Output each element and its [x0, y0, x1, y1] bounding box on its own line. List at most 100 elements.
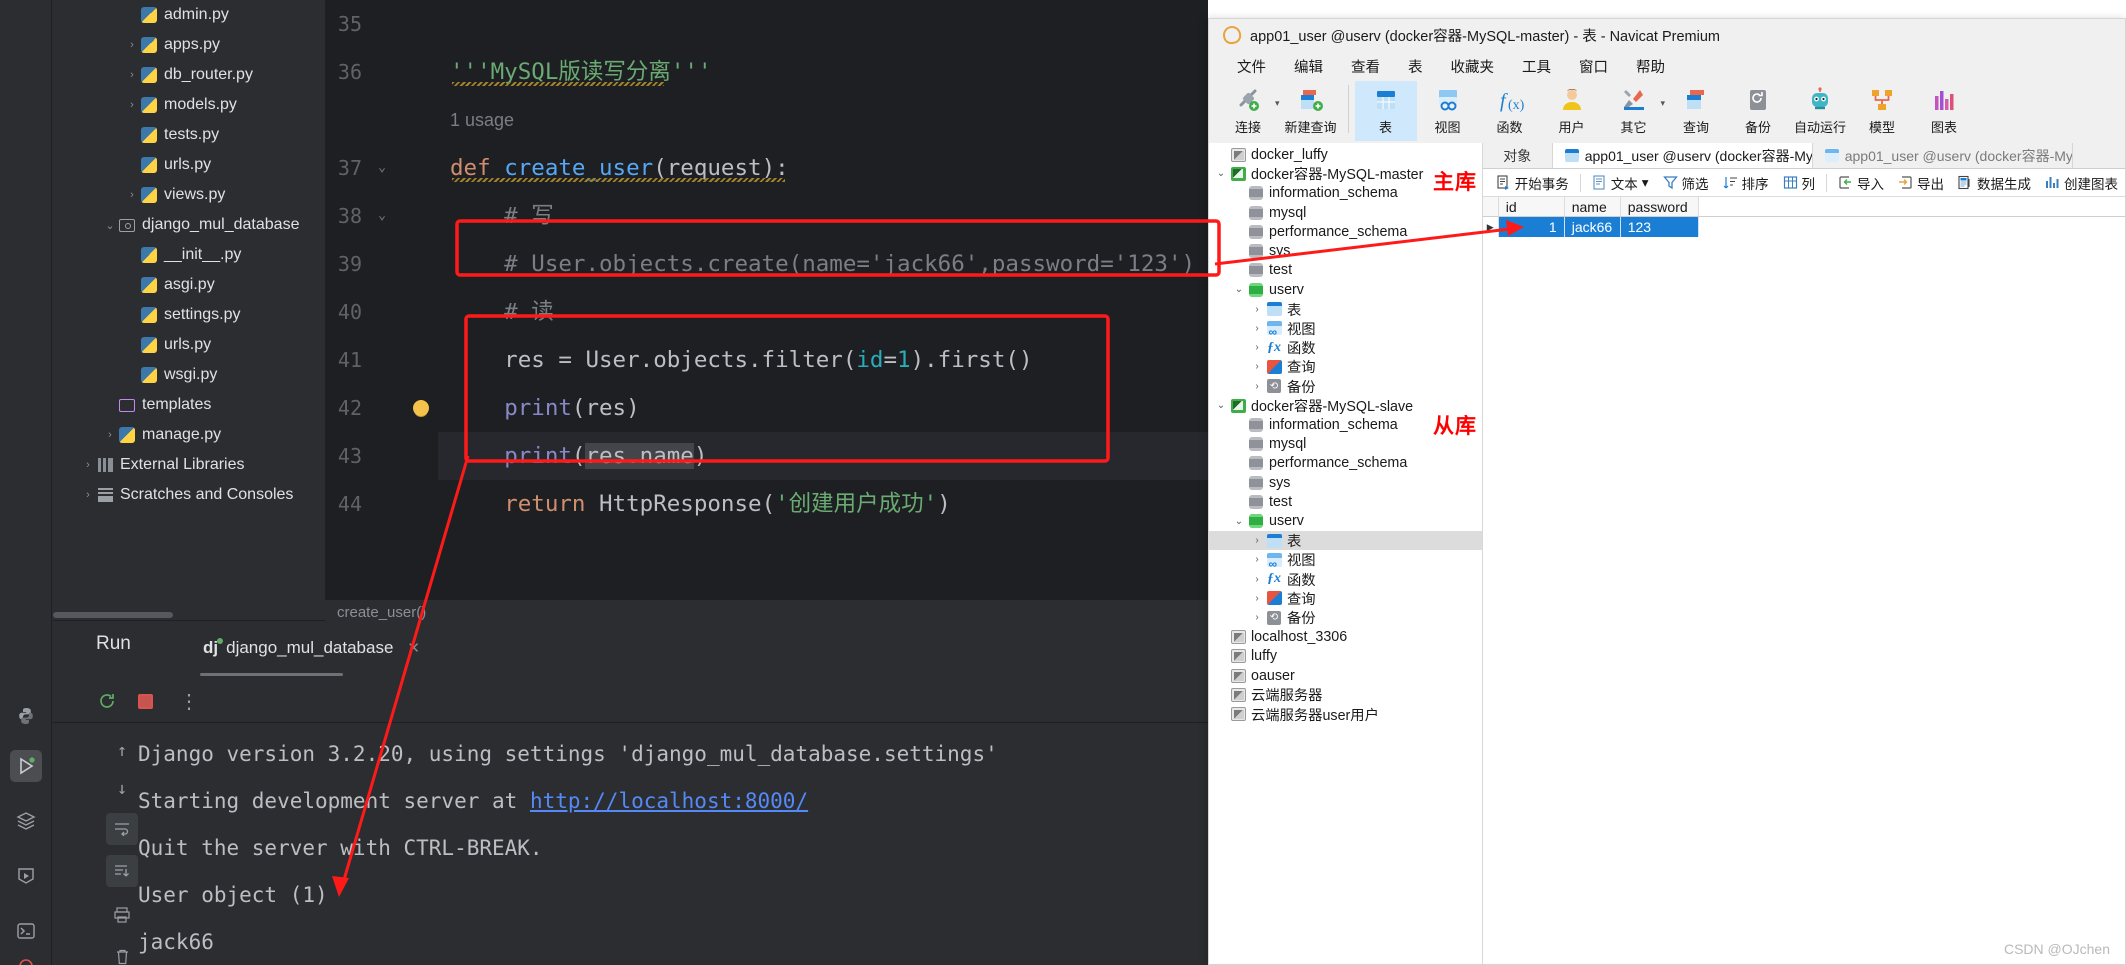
- grid-column-header[interactable]: password: [1620, 197, 1699, 216]
- nv-tree-item-sys[interactable]: sys: [1209, 241, 1482, 260]
- menu-item-工具[interactable]: 工具: [1508, 54, 1565, 79]
- gridbar-export[interactable]: 导出: [1891, 173, 1951, 193]
- tree-item-admin-py[interactable]: admin.py: [53, 0, 325, 30]
- toolbar-table[interactable]: 表: [1354, 81, 1417, 141]
- tree-item-db-router-py[interactable]: › db_router.py: [53, 60, 325, 90]
- menu-item-窗口[interactable]: 窗口: [1565, 54, 1622, 79]
- chevron-icon[interactable]: ›: [1249, 304, 1265, 315]
- code-area[interactable]: '''MySQL版读写分离''' 1 usage def create_user(r…: [438, 0, 1208, 600]
- grid-column-header[interactable]: name: [1564, 197, 1621, 216]
- chevron-icon[interactable]: ›: [125, 39, 139, 51]
- nv-tree-item-test[interactable]: test: [1209, 261, 1482, 280]
- chevron-icon[interactable]: ›: [1249, 574, 1265, 585]
- intention-bulb-icon[interactable]: [413, 400, 429, 416]
- scroll-down-icon[interactable]: ↓: [106, 773, 138, 805]
- toolbar-query[interactable]: 查询: [1665, 81, 1727, 141]
- tree-item-views-py[interactable]: › views.py: [53, 180, 325, 210]
- tree-item-settings-py[interactable]: settings.py: [53, 300, 325, 330]
- chevron-icon[interactable]: ›: [1249, 342, 1265, 353]
- console-link[interactable]: http://localhost:8000/: [530, 789, 808, 813]
- nv-tree-item-云端服务器user用户[interactable]: 云端服务器user用户: [1209, 705, 1482, 724]
- navicat-data-grid[interactable]: id name password ▶ 1 jack66 123: [1482, 197, 2125, 237]
- chevron-icon[interactable]: ›: [81, 459, 95, 471]
- nv-tree-item-表[interactable]: › 表: [1209, 299, 1482, 319]
- cell-id[interactable]: 1: [1498, 217, 1565, 237]
- run-tab-django[interactable]: dj django_mul_database ✕: [203, 629, 420, 667]
- chevron-icon[interactable]: ›: [1249, 593, 1265, 604]
- fold-chevron-icon[interactable]: ⌄: [374, 192, 390, 240]
- navicat-tab-bar[interactable]: 对象 app01_user @userv (docker容器-My... app01…: [1482, 143, 2125, 169]
- toolbar-view[interactable]: 视图: [1417, 81, 1479, 141]
- toolbar-backup[interactable]: 备份: [1727, 81, 1789, 141]
- toolbar-automation[interactable]: 自动运行: [1789, 81, 1851, 141]
- nv-tree-item-备份[interactable]: › ⟲ 备份: [1209, 377, 1482, 396]
- chevron-icon[interactable]: ›: [103, 429, 117, 441]
- scroll-to-end-icon[interactable]: [106, 855, 138, 887]
- run-tool-window-icon[interactable]: [10, 750, 42, 782]
- fold-chevron-icon[interactable]: ⌄: [374, 144, 390, 192]
- project-tree-hscrollbar[interactable]: [53, 612, 173, 618]
- toolbar-other-tools[interactable]: 其它: [1603, 81, 1665, 141]
- tree-item-urls-py[interactable]: urls.py: [53, 150, 325, 180]
- chevron-icon[interactable]: ›: [1249, 323, 1265, 334]
- nv-tree-item-docker-luffy[interactable]: docker_luffy: [1209, 145, 1482, 164]
- chevron-icon[interactable]: ›: [1249, 535, 1265, 546]
- tree-item-django-mul-database[interactable]: ⌄ django_mul_database: [53, 210, 325, 240]
- navicat-tab-1[interactable]: app01_user @userv (docker容器-My...: [1552, 143, 1813, 168]
- gridbar-text[interactable]: 文本 ▾: [1585, 173, 1656, 193]
- nv-tree-item-函数[interactable]: › ƒx 函数: [1209, 570, 1482, 589]
- toolbar-connection[interactable]: 连接: [1217, 81, 1279, 141]
- chevron-icon[interactable]: ⌄: [103, 219, 117, 232]
- navicat-connection-tree[interactable]: docker_luffy ⌄ docker容器-MySQL-master inform…: [1209, 143, 1483, 964]
- navicat-menubar[interactable]: 文件 编辑 查看表收藏夹 工具 窗口 帮助: [1209, 51, 2125, 81]
- tree-item-scratches-and-consoles[interactable]: › Scratches and Consoles: [53, 480, 325, 510]
- toolbar-model[interactable]: 模型: [1851, 81, 1913, 141]
- gridbar-sort[interactable]: 排序: [1716, 173, 1776, 193]
- python-console-icon[interactable]: [10, 700, 42, 732]
- close-icon[interactable]: ✕: [407, 639, 420, 657]
- toolbar-function[interactable]: f (x) 函数: [1479, 81, 1541, 141]
- trash-icon[interactable]: [106, 941, 138, 965]
- navicat-tab-2[interactable]: app01_user @userv (docker容器-My...: [1812, 143, 2073, 168]
- nv-tree-item-test[interactable]: test: [1209, 492, 1482, 511]
- nv-tree-item-函数[interactable]: › ƒx 函数: [1209, 338, 1482, 358]
- grid-column-header[interactable]: id: [1498, 197, 1565, 216]
- run-console-output[interactable]: Django version 3.2.20, using settings 'd…: [138, 731, 1208, 965]
- chevron-icon[interactable]: ⌄: [1231, 284, 1247, 295]
- tree-item-models-py[interactable]: › models.py: [53, 90, 325, 120]
- nv-tree-item-云端服务器[interactable]: 云端服务器: [1209, 685, 1482, 704]
- editor-gutter[interactable]: 35 36 37 ⌄ 38 ⌄ 39 40 41 42 43 44: [325, 0, 438, 600]
- gridbar-create-chart[interactable]: 创建图表: [2038, 173, 2125, 193]
- nv-tree-item-备份[interactable]: › ⟲ 备份: [1209, 608, 1482, 627]
- nv-tree-item-oauser[interactable]: oauser: [1209, 666, 1482, 685]
- chevron-icon[interactable]: ›: [1249, 554, 1265, 565]
- chevron-icon[interactable]: ›: [1249, 612, 1265, 623]
- project-tree[interactable]: admin.py › apps.py › db_router.py › models.py t…: [53, 0, 325, 600]
- navicat-grid-toolbar[interactable]: 开始事务 文本 ▾ 筛选 排序列导入 导出 数据生成 创建图表: [1482, 169, 2125, 197]
- chevron-icon[interactable]: ›: [125, 99, 139, 111]
- chevron-icon[interactable]: ⌄: [1213, 168, 1229, 179]
- nv-tree-item-查询[interactable]: › 查询: [1209, 589, 1482, 608]
- cell-password[interactable]: 123: [1620, 217, 1699, 237]
- menu-item-编辑[interactable]: 编辑: [1280, 54, 1337, 79]
- navicat-toolbar[interactable]: 连接 ▾ 新建查询表视图 f (x) 函数 用户 其它 ▾ 查询 备份 自动运行 模型 图表: [1209, 81, 2125, 143]
- tree-item-asgi-py[interactable]: asgi.py: [53, 270, 325, 300]
- toolbar-chart[interactable]: 图表: [1913, 81, 1975, 141]
- chevron-icon[interactable]: ›: [1249, 381, 1265, 392]
- menu-item-帮助[interactable]: 帮助: [1622, 54, 1679, 79]
- rerun-icon[interactable]: [93, 687, 121, 715]
- table-row[interactable]: ▶ 1 jack66 123: [1482, 217, 2125, 237]
- tree-item-templates[interactable]: templates: [53, 390, 325, 420]
- nv-tree-item-查询[interactable]: › 查询: [1209, 357, 1482, 376]
- nv-tree-item-视图[interactable]: › 视图: [1209, 319, 1482, 339]
- more-options-icon[interactable]: ⋮: [175, 687, 203, 715]
- menu-item-查看[interactable]: 查看: [1337, 54, 1394, 79]
- gridbar-filter[interactable]: 筛选: [1656, 173, 1716, 193]
- nv-tree-item-performance-schema[interactable]: performance_schema: [1209, 454, 1482, 473]
- nv-tree-item-mysql[interactable]: mysql: [1209, 203, 1482, 222]
- gridbar-data-gen[interactable]: 数据生成: [1951, 173, 2038, 193]
- nv-tree-item-localhost-3306[interactable]: localhost_3306: [1209, 627, 1482, 646]
- nv-tree-item-sys[interactable]: sys: [1209, 473, 1482, 492]
- menu-item-文件[interactable]: 文件: [1223, 54, 1280, 79]
- toolbar-new-query[interactable]: 新建查询: [1280, 81, 1342, 141]
